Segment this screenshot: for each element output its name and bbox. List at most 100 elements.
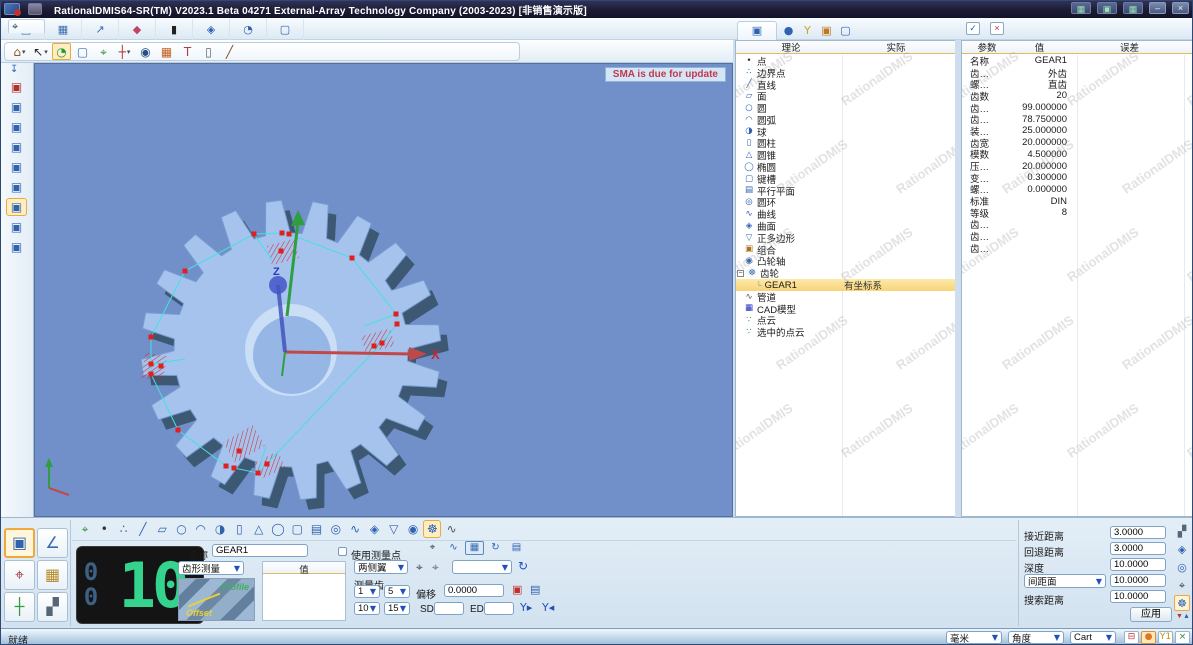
geo-torus[interactable]: ◎ [327,520,345,538]
mode-graph[interactable]: ∿ [444,541,463,555]
cad-layers-button[interactable]: ▣ [6,218,27,236]
cad-info-button[interactable]: ▣ [6,178,27,196]
status-link[interactable]: ⊟ [1124,631,1139,644]
snap-point-button[interactable]: ▣ [6,98,27,116]
use-points-checkbox[interactable] [338,547,347,556]
geo-arc[interactable]: ◠ [192,520,210,538]
gear-3d-scene[interactable]: XZ [35,64,732,516]
status-x[interactable]: × [1175,631,1190,644]
color-button[interactable]: ▦ [157,43,176,60]
status-ball[interactable]: ● [1141,631,1156,644]
tab-filter[interactable]: Y [800,23,815,38]
3d-viewport[interactable]: XZ SMA is due for update [34,63,733,517]
strip-machine[interactable]: ▞ [1174,523,1190,539]
probe-button[interactable]: ⌖ [94,43,113,60]
probe-x-icon[interactable]: ⌖ [432,561,439,573]
mode-table[interactable]: ▦ [465,541,484,555]
collapse-icon[interactable]: − [737,269,744,277]
geo-line[interactable]: ╱ [134,520,152,538]
levels-select[interactable]: 15 ▼ [384,602,410,615]
cylinder-button[interactable]: ▯ [199,43,218,60]
form-input[interactable] [1110,526,1166,539]
cad-edit-button[interactable]: ▣ [6,158,27,176]
select-button[interactable]: ↖ ▾ [31,43,50,60]
filter-back-icon[interactable]: Y◂ [542,602,554,613]
tab-group[interactable]: ▣ [819,23,834,38]
tab-screen[interactable]: ▢ [267,19,304,40]
tab-measure[interactable]: ⌖ [8,19,45,33]
window-menu-icon[interactable] [28,3,42,15]
param-row[interactable]: 齿… [962,242,1192,255]
tab-table[interactable]: ▦ [45,19,82,40]
mode-probe[interactable]: ⌖ [423,541,442,555]
empty-select[interactable]: ▼ [452,560,512,574]
coord-tool-button[interactable]: ┼ [4,592,35,622]
close-button[interactable]: × [1172,2,1189,14]
geo-pipe[interactable]: ∿ [443,520,461,538]
points-select[interactable]: 10 ▼ [354,602,380,615]
ed-input[interactable] [484,602,514,615]
cad-query-button[interactable]: ▣ [6,238,27,256]
tree-scrollbar[interactable] [955,40,958,517]
probe-tool-button[interactable]: ⌖ [4,560,35,590]
tab-solid[interactable]: ● [781,23,796,38]
tab-clock[interactable]: ◔ [230,19,267,40]
machine-tool-button[interactable]: ▞ [37,592,68,622]
edit-table-icon[interactable]: ▤ [530,584,540,595]
pin-icon[interactable]: ↧ [10,65,18,75]
geo-ellipse[interactable]: ◯ [269,520,287,538]
feature-mode-button[interactable]: ▣ [4,528,35,558]
tab-shield[interactable]: ◈ [193,19,230,40]
units-select[interactable]: 毫米 ▼ [946,631,1002,645]
cad-measure-button[interactable]: ▣ [6,198,27,216]
filter-play-icon[interactable]: Y▸ [520,602,532,613]
strip-scroll-arrows[interactable]: ▼▲ [1176,613,1190,620]
tooth-count-select[interactable]: 5 ▼ [384,585,410,598]
tree-item[interactable]: ▱ 面 [736,90,957,103]
tab-features[interactable]: ▣ [737,20,777,40]
params-confirm-button[interactable]: ✓ [966,22,980,35]
paint-button[interactable]: ╱ [220,43,239,60]
zoom-window-button[interactable]: ▢ [73,43,92,60]
tab-export[interactable]: ↗ [82,19,119,40]
form-input[interactable] [1110,542,1166,555]
tree-item[interactable]: ╱ 直线 [736,79,957,91]
geo-parallel-planes[interactable]: ▤ [308,520,326,538]
tab-gem[interactable]: ◆ [119,19,156,40]
geo-cam[interactable]: ◉ [404,520,422,538]
geo-sphere[interactable]: ◑ [211,520,229,538]
strip-shield[interactable]: ◈ [1174,541,1190,557]
snap-edge-button[interactable]: ▣ [6,118,27,136]
tab-tool[interactable]: ▮ [156,19,193,40]
view-button[interactable]: ◉ [136,43,155,60]
apply-button[interactable]: 应用 [1130,607,1172,622]
angle-select[interactable]: 角度 ▼ [1008,631,1064,645]
limit-icon[interactable]: ▣ [512,584,522,595]
offset-input[interactable] [444,584,504,597]
form-input[interactable] [1110,574,1166,587]
geo-point[interactable]: • [95,520,113,538]
form-input[interactable] [1110,590,1166,603]
geo-curve[interactable]: ∿ [346,520,364,538]
geo-probe[interactable]: ⌖ [76,520,94,538]
value-list[interactable]: 值 [262,561,346,621]
refresh-button[interactable]: ◔ [52,43,71,60]
spacing-face-select[interactable]: 间距面 ▼ [1024,574,1106,588]
minimize-button[interactable]: – [1149,2,1166,14]
snap-off-button[interactable]: ▣ [6,78,27,96]
box-tool-button[interactable]: ▦ [37,560,68,590]
strip-settings[interactable]: ☸ [1174,595,1190,611]
name-input[interactable] [212,544,308,557]
geo-cone[interactable]: △ [250,520,268,538]
tree-item[interactable]: ∵ 选中的点云 [736,326,957,339]
sd-input[interactable] [434,602,464,615]
strip-search[interactable]: ◎ [1174,559,1190,575]
coord-select[interactable]: Cart ▼ [1070,631,1116,644]
mode-report[interactable]: ▤ [507,541,526,555]
axes-button[interactable]: ┼ ▾ [115,43,134,60]
rotate-icon[interactable]: ↻ [518,560,528,572]
tooth-start-select[interactable]: 1 ▼ [354,585,380,598]
tree-item[interactable]: ◠ 圆弧 [736,114,957,127]
geo-gear[interactable]: ☸ [423,520,442,538]
home-button[interactable]: ⌂ ▾ [10,43,29,60]
